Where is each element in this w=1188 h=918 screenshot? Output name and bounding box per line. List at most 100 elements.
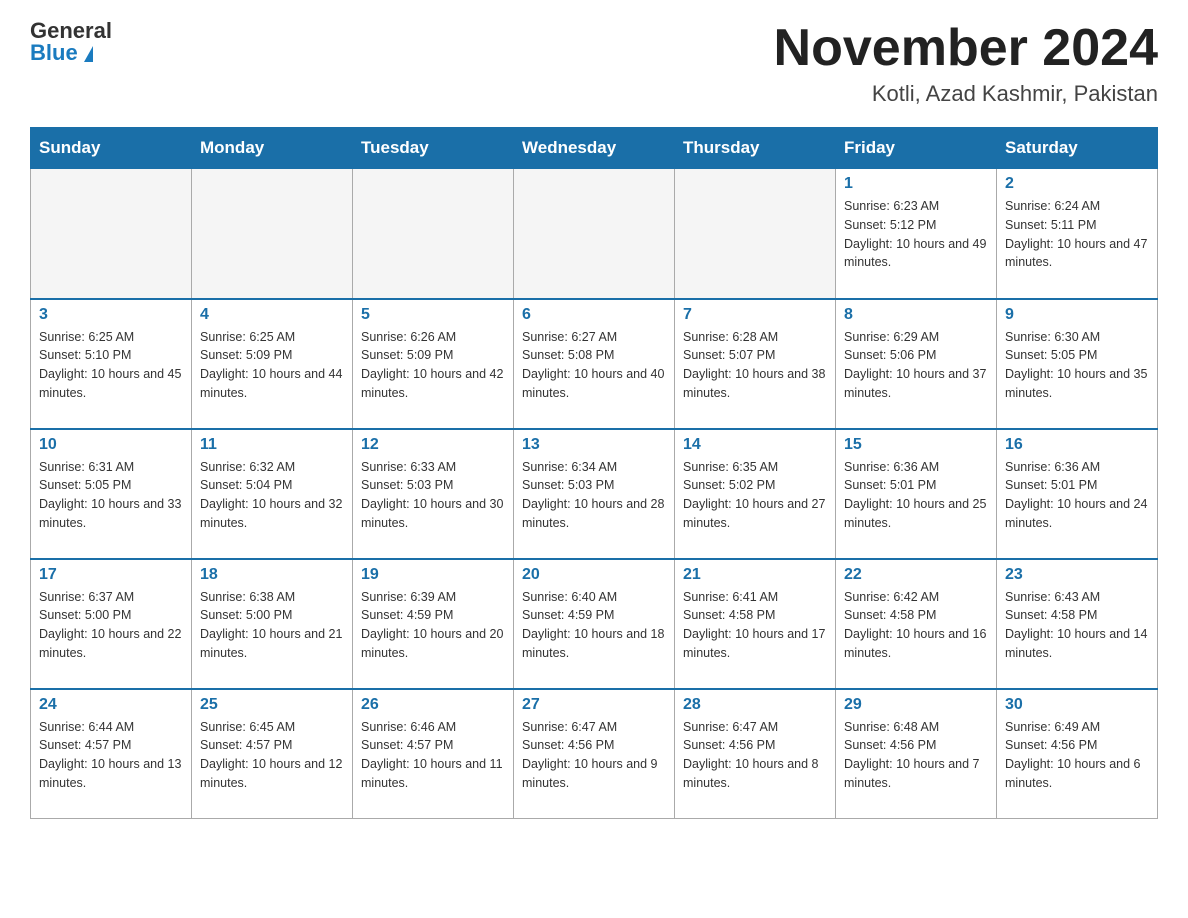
sun-info: Sunrise: 6:48 AMSunset: 4:56 PMDaylight:… (844, 718, 988, 793)
calendar-week-row: 1 Sunrise: 6:23 AMSunset: 5:12 PMDaylight… (31, 169, 1158, 299)
calendar-table: SundayMondayTuesdayWednesdayThursdayFrid… (30, 127, 1158, 819)
day-number: 22 (844, 566, 988, 584)
sun-info: Sunrise: 6:23 AMSunset: 5:12 PMDaylight:… (844, 197, 988, 272)
month-title: November 2024 (774, 20, 1158, 77)
sun-info: Sunrise: 6:28 AMSunset: 5:07 PMDaylight:… (683, 328, 827, 403)
sun-info: Sunrise: 6:26 AMSunset: 5:09 PMDaylight:… (361, 328, 505, 403)
day-number: 9 (1005, 306, 1149, 324)
calendar-day-cell: 14 Sunrise: 6:35 AMSunset: 5:02 PMDayligh… (675, 429, 836, 559)
calendar-day-cell: 21 Sunrise: 6:41 AMSunset: 4:58 PMDayligh… (675, 559, 836, 689)
calendar-day-cell: 18Sunrise: 6:38 AMSunset: 5:00 PMDayligh… (192, 559, 353, 689)
calendar-day-cell: 5 Sunrise: 6:26 AMSunset: 5:09 PMDaylight… (353, 299, 514, 429)
sun-info: Sunrise: 6:33 AMSunset: 5:03 PMDaylight:… (361, 458, 505, 533)
calendar-week-row: 3Sunrise: 6:25 AMSunset: 5:10 PMDaylight… (31, 299, 1158, 429)
calendar-day-cell: 15 Sunrise: 6:36 AMSunset: 5:01 PMDayligh… (836, 429, 997, 559)
calendar-day-cell (675, 169, 836, 299)
day-number: 23 (1005, 566, 1149, 584)
day-number: 16 (1005, 436, 1149, 454)
weekday-header-tuesday: Tuesday (353, 128, 514, 169)
calendar-day-cell: 20 Sunrise: 6:40 AMSunset: 4:59 PMDayligh… (514, 559, 675, 689)
logo-triangle-icon (84, 46, 93, 62)
day-number: 21 (683, 566, 827, 584)
sun-info: Sunrise: 6:32 AMSunset: 5:04 PMDaylight:… (200, 458, 344, 533)
day-number: 11 (200, 436, 344, 454)
day-number: 30 (1005, 696, 1149, 714)
calendar-day-cell: 19 Sunrise: 6:39 AMSunset: 4:59 PMDayligh… (353, 559, 514, 689)
day-number: 3 (39, 306, 183, 324)
calendar-day-cell: 28 Sunrise: 6:47 AMSunset: 4:56 PMDayligh… (675, 689, 836, 819)
calendar-day-cell: 25 Sunrise: 6:45 AMSunset: 4:57 PMDayligh… (192, 689, 353, 819)
day-number: 20 (522, 566, 666, 584)
sun-info: Sunrise: 6:43 AMSunset: 4:58 PMDaylight:… (1005, 588, 1149, 663)
logo: General Blue (30, 20, 112, 64)
calendar-day-cell: 22 Sunrise: 6:42 AMSunset: 4:58 PMDayligh… (836, 559, 997, 689)
logo-general: General (30, 20, 112, 42)
calendar-day-cell: 13 Sunrise: 6:34 AMSunset: 5:03 PMDayligh… (514, 429, 675, 559)
sun-info: Sunrise: 6:36 AMSunset: 5:01 PMDaylight:… (844, 458, 988, 533)
day-number: 13 (522, 436, 666, 454)
calendar-day-cell: 1 Sunrise: 6:23 AMSunset: 5:12 PMDaylight… (836, 169, 997, 299)
calendar-day-cell: 23 Sunrise: 6:43 AMSunset: 4:58 PMDayligh… (997, 559, 1158, 689)
sun-info: Sunrise: 6:36 AMSunset: 5:01 PMDaylight:… (1005, 458, 1149, 533)
sun-info: Sunrise: 6:42 AMSunset: 4:58 PMDaylight:… (844, 588, 988, 663)
day-number: 26 (361, 696, 505, 714)
sun-info: Sunrise: 6:47 AMSunset: 4:56 PMDaylight:… (522, 718, 666, 793)
day-number: 6 (522, 306, 666, 324)
day-number: 28 (683, 696, 827, 714)
day-number: 12 (361, 436, 505, 454)
logo: General Blue (30, 20, 112, 64)
calendar-day-cell: 27Sunrise: 6:47 AMSunset: 4:56 PMDayligh… (514, 689, 675, 819)
calendar-day-cell (353, 169, 514, 299)
day-number: 25 (200, 696, 344, 714)
sun-info: Sunrise: 6:46 AMSunset: 4:57 PMDaylight:… (361, 718, 505, 793)
weekday-header-wednesday: Wednesday (514, 128, 675, 169)
sun-info: Sunrise: 6:29 AMSunset: 5:06 PMDaylight:… (844, 328, 988, 403)
sun-info: Sunrise: 6:38 AMSunset: 5:00 PMDaylight:… (200, 588, 344, 663)
sun-info: Sunrise: 6:30 AMSunset: 5:05 PMDaylight:… (1005, 328, 1149, 403)
sun-info: Sunrise: 6:45 AMSunset: 4:57 PMDaylight:… (200, 718, 344, 793)
sun-info: Sunrise: 6:24 AMSunset: 5:11 PMDaylight:… (1005, 197, 1149, 272)
day-number: 7 (683, 306, 827, 324)
calendar-day-cell: 4 Sunrise: 6:25 AMSunset: 5:09 PMDaylight… (192, 299, 353, 429)
calendar-day-cell: 26 Sunrise: 6:46 AMSunset: 4:57 PMDayligh… (353, 689, 514, 819)
calendar-day-cell: 10 Sunrise: 6:31 AMSunset: 5:05 PMDayligh… (31, 429, 192, 559)
weekday-header-thursday: Thursday (675, 128, 836, 169)
calendar-day-cell: 3Sunrise: 6:25 AMSunset: 5:10 PMDaylight… (31, 299, 192, 429)
sun-info: Sunrise: 6:34 AMSunset: 5:03 PMDaylight:… (522, 458, 666, 533)
calendar-day-cell (514, 169, 675, 299)
location: Kotli, Azad Kashmir, Pakistan (774, 81, 1158, 107)
sun-info: Sunrise: 6:31 AMSunset: 5:05 PMDaylight:… (39, 458, 183, 533)
logo-blue: Blue (30, 42, 112, 64)
calendar-week-row: 17Sunrise: 6:37 AMSunset: 5:00 PMDayligh… (31, 559, 1158, 689)
weekday-header-sunday: Sunday (31, 128, 192, 169)
sun-info: Sunrise: 6:37 AMSunset: 5:00 PMDaylight:… (39, 588, 183, 663)
weekday-header-saturday: Saturday (997, 128, 1158, 169)
calendar-day-cell: 30 Sunrise: 6:49 AMSunset: 4:56 PMDayligh… (997, 689, 1158, 819)
day-number: 14 (683, 436, 827, 454)
day-number: 4 (200, 306, 344, 324)
sun-info: Sunrise: 6:25 AMSunset: 5:09 PMDaylight:… (200, 328, 344, 403)
sun-info: Sunrise: 6:41 AMSunset: 4:58 PMDaylight:… (683, 588, 827, 663)
sun-info: Sunrise: 6:39 AMSunset: 4:59 PMDaylight:… (361, 588, 505, 663)
calendar-week-row: 10 Sunrise: 6:31 AMSunset: 5:05 PMDayligh… (31, 429, 1158, 559)
calendar-day-cell: 17Sunrise: 6:37 AMSunset: 5:00 PMDayligh… (31, 559, 192, 689)
calendar-day-cell (31, 169, 192, 299)
calendar-header-row: SundayMondayTuesdayWednesdayThursdayFrid… (31, 128, 1158, 169)
day-number: 5 (361, 306, 505, 324)
weekday-header-friday: Friday (836, 128, 997, 169)
sun-info: Sunrise: 6:35 AMSunset: 5:02 PMDaylight:… (683, 458, 827, 533)
day-number: 15 (844, 436, 988, 454)
weekday-header-monday: Monday (192, 128, 353, 169)
day-number: 10 (39, 436, 183, 454)
calendar-day-cell: 29Sunrise: 6:48 AMSunset: 4:56 PMDayligh… (836, 689, 997, 819)
sun-info: Sunrise: 6:40 AMSunset: 4:59 PMDaylight:… (522, 588, 666, 663)
calendar-day-cell: 2Sunrise: 6:24 AMSunset: 5:11 PMDaylight… (997, 169, 1158, 299)
day-number: 19 (361, 566, 505, 584)
sun-info: Sunrise: 6:47 AMSunset: 4:56 PMDaylight:… (683, 718, 827, 793)
calendar-day-cell: 12 Sunrise: 6:33 AMSunset: 5:03 PMDayligh… (353, 429, 514, 559)
calendar-day-cell: 8Sunrise: 6:29 AMSunset: 5:06 PMDaylight… (836, 299, 997, 429)
day-number: 24 (39, 696, 183, 714)
sun-info: Sunrise: 6:44 AMSunset: 4:57 PMDaylight:… (39, 718, 183, 793)
day-number: 1 (844, 175, 988, 193)
sun-info: Sunrise: 6:49 AMSunset: 4:56 PMDaylight:… (1005, 718, 1149, 793)
